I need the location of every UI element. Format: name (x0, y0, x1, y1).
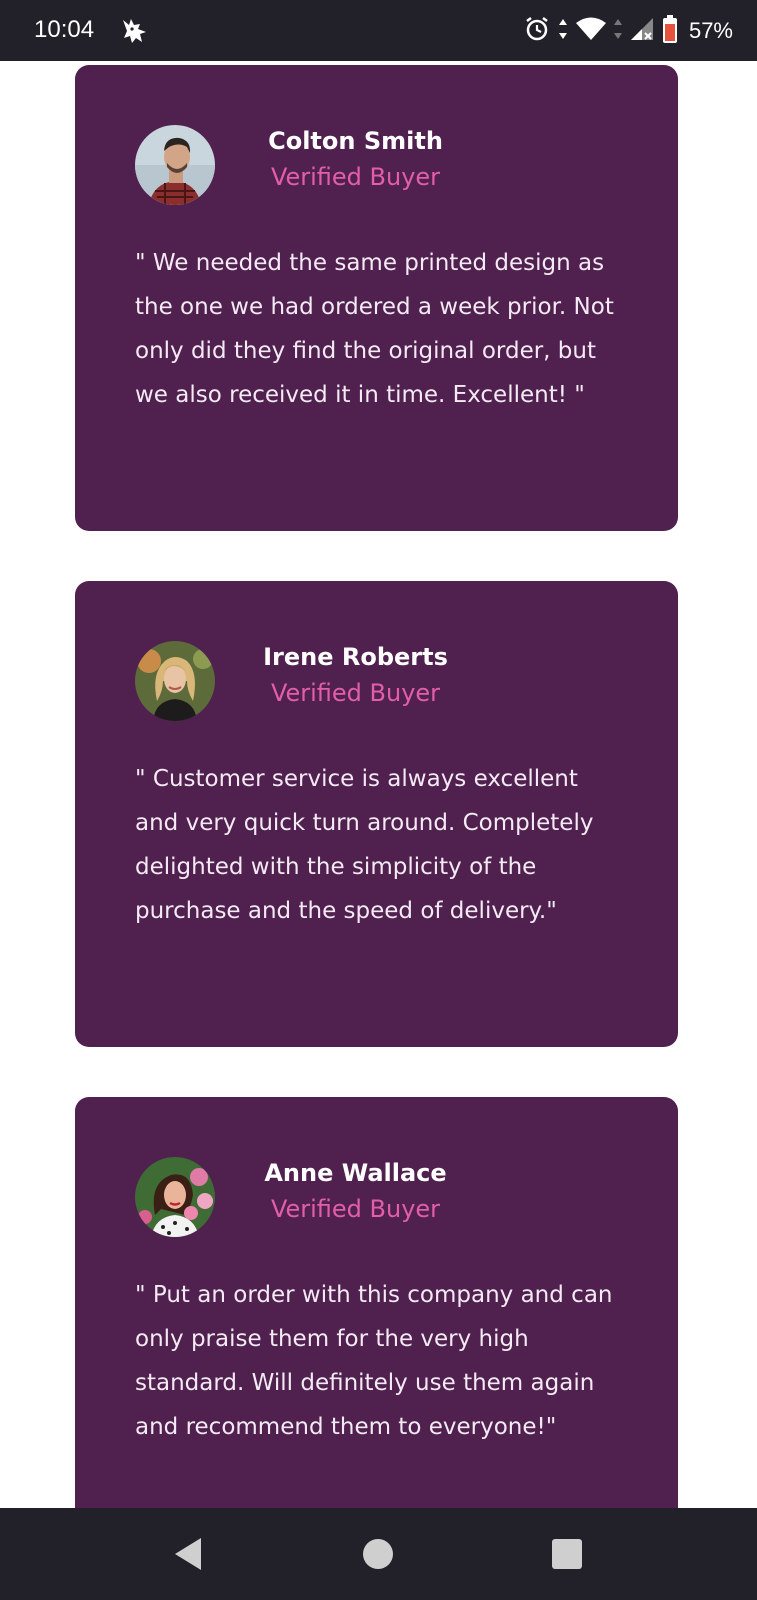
testimonials-list[interactable]: Colton Smith Verified Buyer " We needed … (0, 61, 757, 1508)
avatar (135, 1157, 215, 1237)
verified-badge: Verified Buyer (270, 679, 441, 707)
reviewer-name: Colton Smith (268, 127, 443, 155)
status-time: 10:04 (34, 16, 95, 43)
reviewer-name: Irene Roberts (263, 643, 448, 671)
testimonial-card: Anne Wallace Verified Buyer " Put an ord… (75, 1097, 678, 1508)
battery-percent: 57% (688, 18, 733, 43)
status-bar: 10:04 57% (0, 0, 757, 61)
testimonial-quote: " Customer service is always excellent a… (135, 766, 594, 924)
navigation-bar (0, 1508, 757, 1600)
avatar (135, 641, 215, 721)
data-arrows-icon-2 (613, 16, 623, 46)
verified-badge: Verified Buyer (270, 1195, 441, 1223)
wifi-icon (575, 16, 607, 46)
data-arrows-icon (557, 16, 569, 46)
recents-icon[interactable] (545, 1532, 589, 1576)
signal-icon (629, 16, 655, 46)
status-icons: 57% (523, 14, 733, 48)
alarm-icon (523, 15, 551, 47)
battery-icon (661, 14, 679, 48)
cat-app-icon (120, 16, 150, 46)
home-icon[interactable] (356, 1532, 400, 1576)
testimonial-card: Irene Roberts Verified Buyer " Customer … (75, 581, 678, 1047)
reviewer-name: Anne Wallace (264, 1159, 447, 1187)
back-icon[interactable] (166, 1532, 210, 1576)
testimonial-quote: " We needed the same printed design as t… (135, 250, 614, 408)
avatar (135, 125, 215, 205)
testimonial-card: Colton Smith Verified Buyer " We needed … (75, 65, 678, 531)
testimonial-quote: " Put an order with this company and can… (135, 1282, 613, 1440)
verified-badge: Verified Buyer (270, 163, 441, 191)
